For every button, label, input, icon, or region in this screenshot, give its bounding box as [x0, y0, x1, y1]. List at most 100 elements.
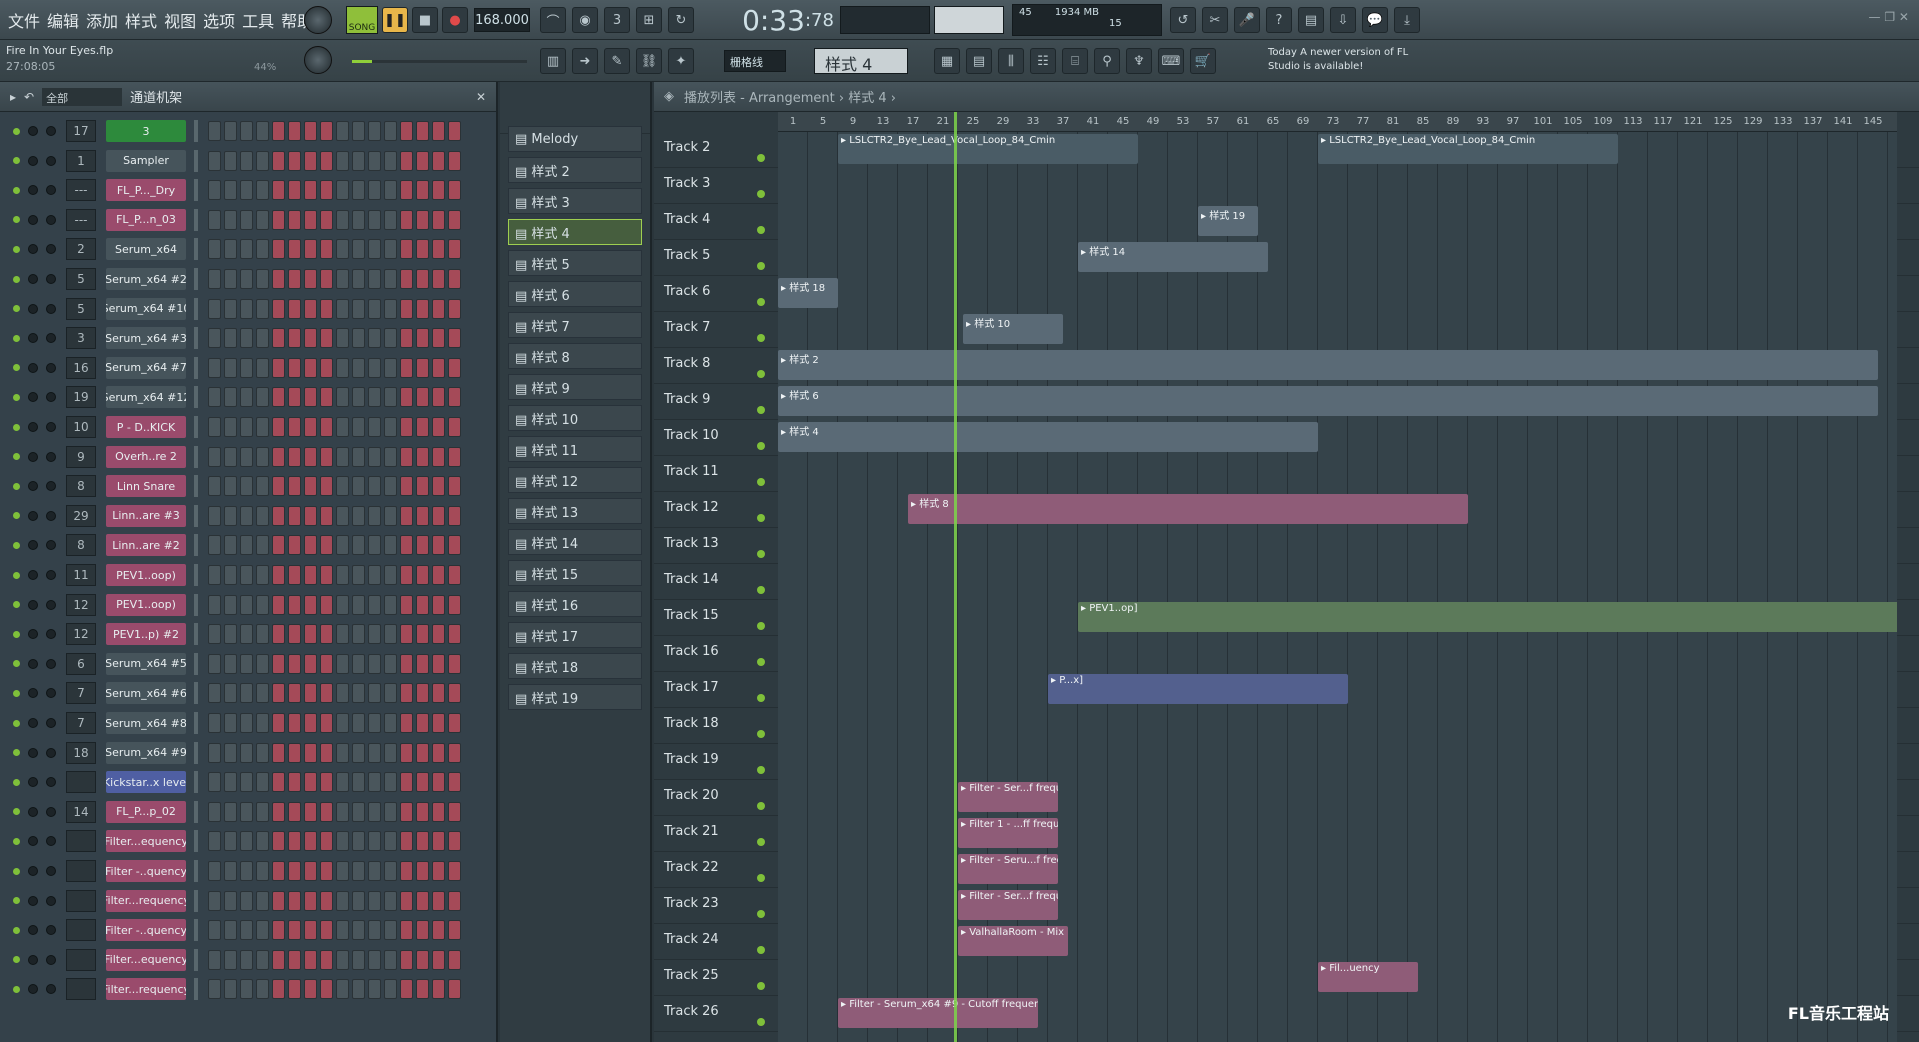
- step-button[interactable]: [336, 298, 349, 319]
- step-button[interactable]: [240, 890, 253, 911]
- step-button[interactable]: [384, 920, 397, 941]
- step-button[interactable]: [224, 772, 237, 793]
- channel-mute-led[interactable]: [13, 660, 20, 668]
- step-button[interactable]: [384, 624, 397, 645]
- step-button[interactable]: [432, 535, 445, 556]
- step-button[interactable]: [288, 121, 301, 141]
- step-button[interactable]: [288, 979, 301, 1000]
- step-button[interactable]: [288, 357, 301, 378]
- channel-mute-led[interactable]: [13, 837, 20, 845]
- step-button[interactable]: [368, 594, 381, 615]
- step-button[interactable]: [448, 121, 461, 141]
- step-button[interactable]: [272, 446, 285, 467]
- step-button[interactable]: [368, 239, 381, 260]
- channel-pan-knob[interactable]: [28, 984, 38, 995]
- step-button[interactable]: [224, 387, 237, 408]
- track-mute-led[interactable]: [757, 730, 765, 738]
- channel-mixer-track[interactable]: 6: [66, 652, 96, 675]
- channel-name-button[interactable]: Serum_x64 #6: [106, 682, 186, 705]
- step-button[interactable]: [304, 594, 317, 615]
- track-mute-led[interactable]: [757, 370, 765, 378]
- pattern-item[interactable]: ▤ 样式 2: [508, 157, 642, 183]
- master-volume-knob[interactable]: [304, 6, 332, 34]
- channel-mixer-track[interactable]: 3: [66, 327, 96, 350]
- step-button[interactable]: [432, 298, 445, 319]
- channel-volume-knob[interactable]: [46, 422, 56, 432]
- playlist-clip[interactable]: ▸ P...x]: [1048, 674, 1348, 704]
- step-button[interactable]: [320, 535, 333, 556]
- loop-record-icon[interactable]: ↻: [668, 7, 694, 33]
- step-button[interactable]: [416, 624, 429, 645]
- step-button[interactable]: [320, 121, 333, 141]
- channel-pan-knob[interactable]: [28, 214, 38, 225]
- channel-volume-knob[interactable]: [46, 185, 56, 196]
- channel-name-button[interactable]: Serum_x64 #3: [106, 327, 186, 350]
- playlist-clip[interactable]: ▸ 样式 4: [778, 422, 1318, 452]
- channel-name-button[interactable]: Linn..are #2: [106, 534, 186, 557]
- microphone-icon[interactable]: 🎤: [1234, 7, 1260, 33]
- channel-select-indicator[interactable]: [194, 297, 198, 320]
- step-button[interactable]: [320, 920, 333, 941]
- step-button[interactable]: [320, 239, 333, 260]
- playlist-clip[interactable]: ▸ Filter - Seru...f frequency: [958, 854, 1058, 884]
- step-button[interactable]: [208, 180, 221, 201]
- channel-select-indicator[interactable]: [194, 741, 198, 764]
- step-button[interactable]: [224, 683, 237, 704]
- step-button[interactable]: [288, 239, 301, 260]
- step-button[interactable]: [288, 594, 301, 615]
- step-button[interactable]: [320, 801, 333, 822]
- channel-filter-dropdown[interactable]: 全部: [42, 87, 123, 106]
- track-name[interactable]: Track 24: [664, 932, 719, 947]
- pattern-item[interactable]: ▤ 样式 17: [508, 622, 642, 648]
- channel-mixer-track[interactable]: 1: [66, 149, 96, 172]
- step-button[interactable]: [368, 417, 381, 437]
- step-button[interactable]: [368, 683, 381, 704]
- step-button[interactable]: [352, 772, 365, 793]
- step-button[interactable]: [240, 535, 253, 556]
- step-button[interactable]: [208, 861, 221, 881]
- step-button[interactable]: [432, 239, 445, 260]
- step-button[interactable]: [272, 180, 285, 201]
- channel-select-indicator[interactable]: [194, 948, 198, 971]
- channel-pan-knob[interactable]: [28, 658, 38, 669]
- step-button[interactable]: [368, 861, 381, 881]
- step-button[interactable]: [400, 121, 413, 141]
- playlist-clip[interactable]: ▸ LSLCTR2_Bye_Lead_Vocal_Loop_84_Cmin: [1318, 134, 1618, 164]
- step-button[interactable]: [384, 831, 397, 852]
- step-button[interactable]: [448, 476, 461, 497]
- step-button[interactable]: [224, 535, 237, 556]
- step-button[interactable]: [304, 949, 317, 970]
- channel-name-button[interactable]: Filter...requency: [106, 889, 186, 912]
- step-button[interactable]: [208, 772, 221, 793]
- step-button[interactable]: [256, 476, 269, 497]
- channel-mute-led[interactable]: [13, 186, 20, 194]
- step-button[interactable]: [320, 417, 333, 437]
- step-button[interactable]: [352, 565, 365, 585]
- step-button[interactable]: [448, 742, 461, 763]
- step-button[interactable]: [256, 417, 269, 437]
- channel-name-button[interactable]: Serum_x64 #12: [106, 386, 186, 409]
- channel-row[interactable]: Filter...requency: [0, 974, 480, 1004]
- step-button[interactable]: [416, 239, 429, 260]
- channel-volume-knob[interactable]: [46, 303, 56, 314]
- channel-row[interactable]: Kickstar..x level: [0, 767, 480, 797]
- channel-volume-knob[interactable]: [46, 570, 56, 580]
- channel-name-button[interactable]: Filter...equency: [106, 830, 186, 853]
- channel-select-indicator[interactable]: [194, 475, 198, 498]
- step-button[interactable]: [384, 772, 397, 793]
- step-button[interactable]: [288, 831, 301, 852]
- step-button[interactable]: [368, 387, 381, 408]
- channel-row[interactable]: 2 Serum_x64: [0, 234, 480, 264]
- step-button[interactable]: [304, 417, 317, 437]
- channel-mixer-track[interactable]: 16: [66, 356, 96, 379]
- step-button[interactable]: [256, 742, 269, 763]
- step-button[interactable]: [272, 949, 285, 970]
- playlist-clip[interactable]: ▸ Filter - Ser...f frequency: [958, 782, 1058, 812]
- step-button[interactable]: [240, 209, 253, 230]
- channel-mute-led[interactable]: [13, 512, 20, 520]
- step-button[interactable]: [272, 209, 285, 230]
- step-button[interactable]: [448, 624, 461, 645]
- step-button[interactable]: [240, 387, 253, 408]
- channel-mute-led[interactable]: [13, 127, 20, 135]
- channel-row[interactable]: 29 Linn..are #3: [0, 501, 480, 531]
